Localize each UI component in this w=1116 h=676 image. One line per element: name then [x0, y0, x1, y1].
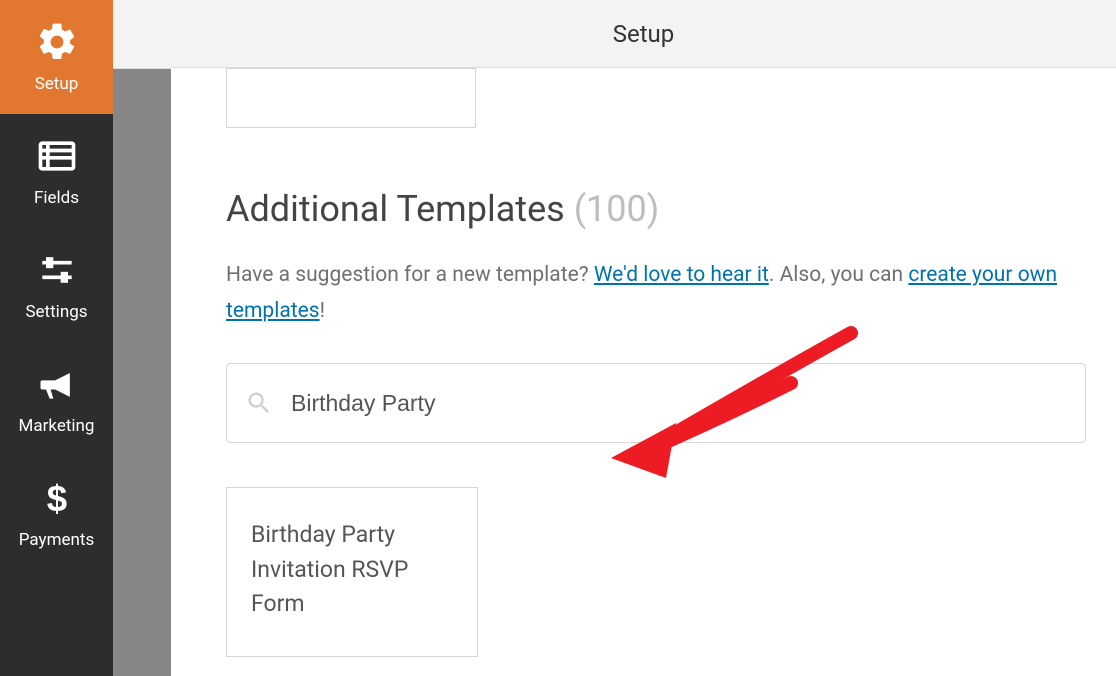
- template-card-empty[interactable]: [226, 68, 476, 128]
- sidebar-item-fields[interactable]: Fields: [0, 114, 113, 228]
- template-name: Birthday Party Invitation RSVP Form: [251, 518, 453, 622]
- page-header: Setup: [171, 0, 1116, 68]
- template-search-input[interactable]: [291, 390, 1067, 417]
- bullhorn-icon: [35, 362, 79, 406]
- section-title-text: Additional Templates: [226, 188, 565, 230]
- suggestion-prefix: Have a suggestion for a new template?: [226, 263, 594, 287]
- sidebar-item-marketing[interactable]: Marketing: [0, 342, 113, 456]
- dollar-icon: $: [35, 476, 79, 520]
- sidebar-item-label: Payments: [19, 530, 94, 550]
- sidebar-item-label: Setup: [35, 74, 79, 94]
- suggestion-suffix: !: [320, 299, 325, 323]
- sidebar-item-setup[interactable]: Setup: [0, 0, 113, 114]
- sliders-icon: [35, 248, 79, 292]
- suggestion-text: Have a suggestion for a new template? We…: [226, 258, 1084, 329]
- scrollbar-gutter[interactable]: [113, 0, 171, 676]
- sidebar-item-payments[interactable]: $ Payments: [0, 456, 113, 570]
- sidebar: Setup Fields Settings Marketing $ Paymen…: [0, 0, 113, 676]
- suggestion-mid: . Also, you can: [769, 263, 908, 287]
- list-icon: [35, 134, 79, 178]
- sidebar-item-settings[interactable]: Settings: [0, 228, 113, 342]
- svg-text:$: $: [46, 478, 66, 519]
- sidebar-item-label: Fields: [34, 188, 79, 208]
- template-search[interactable]: [226, 363, 1086, 443]
- content-area: Additional Templates (100) Have a sugges…: [171, 68, 1116, 676]
- template-card[interactable]: Birthday Party Invitation RSVP Form: [226, 487, 478, 657]
- sidebar-item-label: Marketing: [19, 416, 95, 436]
- main-panel: Setup Additional Templates (100) Have a …: [171, 0, 1116, 676]
- page-title: Setup: [613, 20, 675, 48]
- section-count: (100): [574, 188, 660, 230]
- link-hear-it[interactable]: We'd love to hear it: [594, 263, 769, 287]
- gear-icon: [35, 20, 79, 64]
- sidebar-item-label: Settings: [25, 302, 87, 322]
- search-icon: [245, 389, 273, 417]
- section-title: Additional Templates (100): [226, 188, 1084, 230]
